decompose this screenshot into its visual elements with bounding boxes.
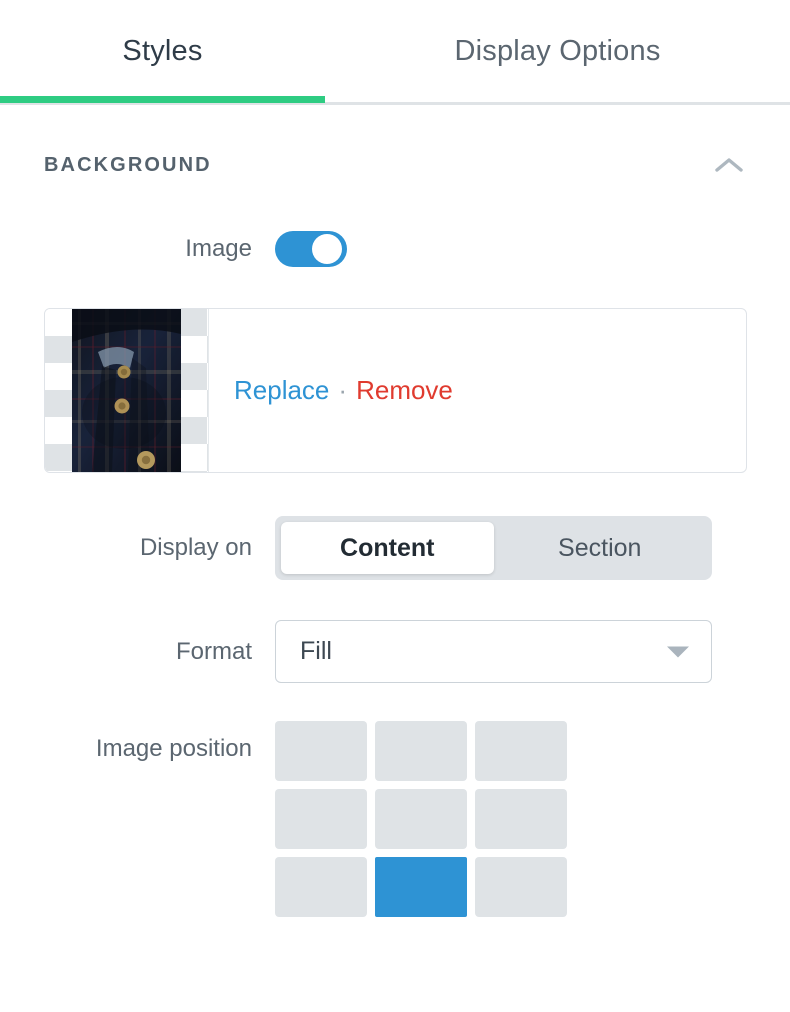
image-card-actions: Replace · Remove <box>208 309 746 472</box>
position-cell-bottom-center[interactable] <box>375 857 467 917</box>
segment-section-label: Section <box>558 533 642 562</box>
image-toggle-label: Image <box>185 235 252 262</box>
tab-styles[interactable]: Styles <box>0 0 325 103</box>
image-thumbnail-checkerboard <box>45 309 208 472</box>
tab-active-underline <box>0 96 325 103</box>
position-cell-top-right[interactable] <box>475 721 567 781</box>
segment-content-label: Content <box>340 533 435 562</box>
position-cell-top-left[interactable] <box>275 721 367 781</box>
segment-section[interactable]: Section <box>494 522 707 574</box>
replace-image-link[interactable]: Replace <box>234 375 329 406</box>
image-position-grid <box>275 721 567 917</box>
section-title: BACKGROUND <box>44 153 212 176</box>
position-cell-top-center[interactable] <box>375 721 467 781</box>
section-header-background[interactable]: BACKGROUND <box>0 141 790 189</box>
image-position-label: Image position <box>95 735 252 762</box>
styles-panel: Styles Display Options BACKGROUND Image <box>0 0 790 1012</box>
display-on-segmented-control: Content Section <box>275 516 712 580</box>
format-select-value: Fill <box>300 637 332 665</box>
format-row: Format Fill <box>0 620 790 683</box>
link-separator: · <box>338 375 348 405</box>
image-toggle-row: Image <box>0 231 790 267</box>
image-action-links: Replace · Remove <box>234 375 453 406</box>
tab-bar: Styles Display Options <box>0 0 790 105</box>
format-label: Format <box>175 637 252 665</box>
display-on-label: Display on <box>139 534 252 561</box>
tab-display-options-label: Display Options <box>454 35 661 67</box>
image-thumbnail[interactable] <box>72 309 181 472</box>
position-cell-middle-center[interactable] <box>375 789 467 849</box>
segment-content[interactable]: Content <box>281 522 494 574</box>
background-image-card: Replace · Remove <box>44 308 747 473</box>
format-select[interactable]: Fill <box>275 620 712 683</box>
chevron-down-icon <box>667 646 689 657</box>
toggle-knob <box>312 234 342 264</box>
remove-image-link[interactable]: Remove <box>356 375 453 406</box>
tab-styles-label: Styles <box>122 35 203 67</box>
image-toggle-switch[interactable] <box>275 231 347 267</box>
chevron-up-icon[interactable] <box>713 155 745 175</box>
image-position-row: Image position <box>0 721 790 917</box>
position-cell-bottom-left[interactable] <box>275 857 367 917</box>
position-cell-middle-left[interactable] <box>275 789 367 849</box>
position-cell-bottom-right[interactable] <box>475 857 567 917</box>
tab-display-options[interactable]: Display Options <box>325 0 790 103</box>
display-on-row: Display on Content Section <box>0 516 790 580</box>
position-cell-middle-right[interactable] <box>475 789 567 849</box>
